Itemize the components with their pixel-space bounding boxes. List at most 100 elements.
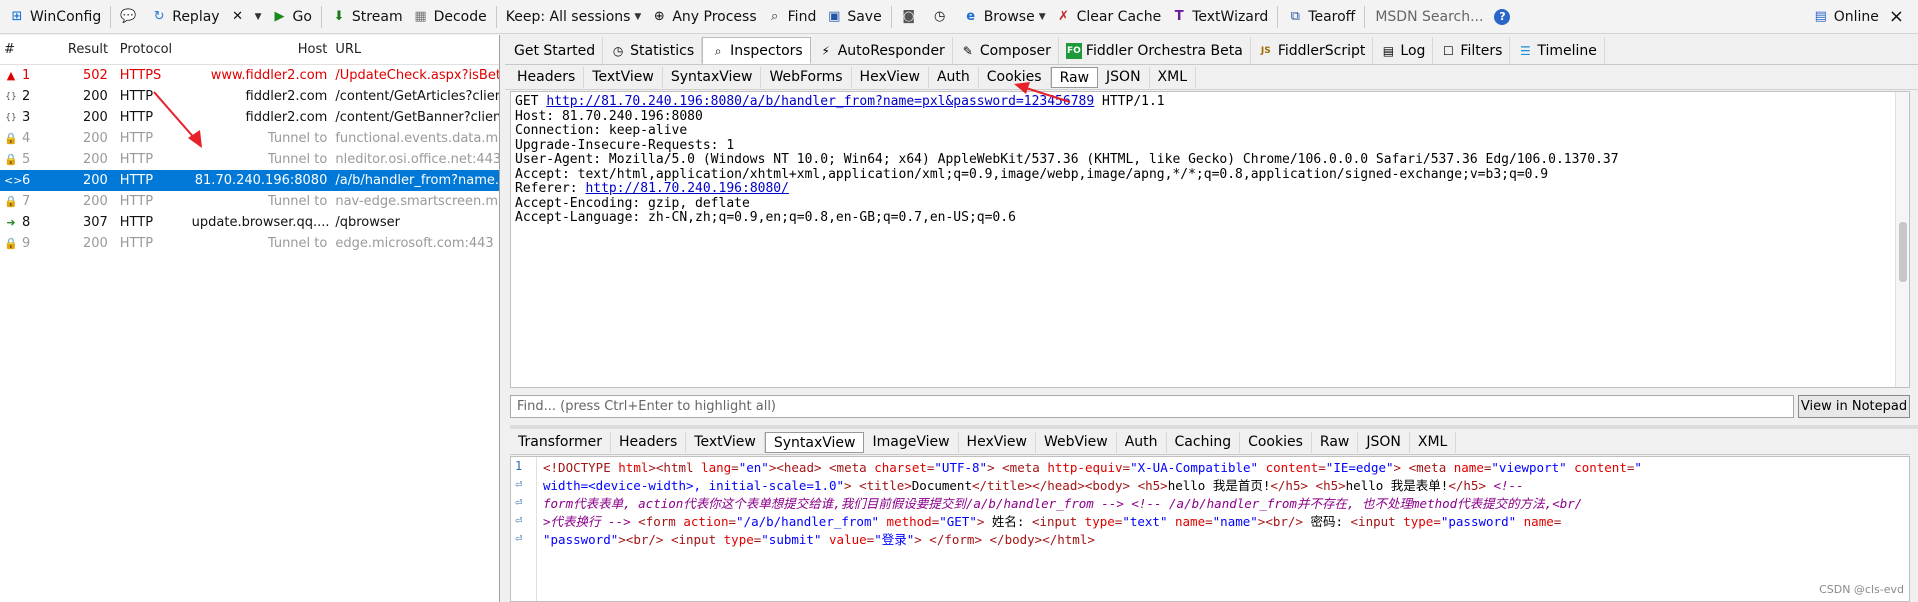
remove-button[interactable]: ✕ ▼ [225, 4, 267, 30]
clear-cache-button[interactable]: ✗ Clear Cache [1051, 4, 1167, 30]
scrollbar-thumb[interactable] [1899, 222, 1907, 282]
ie-icon: e [966, 8, 976, 24]
response-tab-syntaxview[interactable]: SyntaxView [764, 432, 865, 453]
response-tab-caching[interactable]: Caching [1167, 432, 1241, 453]
comment-button[interactable]: 💬 [115, 4, 146, 30]
column-header-url[interactable]: URL [331, 42, 499, 57]
code-token: "IE=edge" [1325, 460, 1394, 475]
screenshot-button[interactable]: ◙ [896, 4, 927, 30]
tab-filters[interactable]: ☐ Filters [1433, 37, 1511, 64]
find-input[interactable]: Find... (press Ctrl+Enter to highlight a… [510, 394, 1794, 418]
session-row[interactable]: ➜ 8 307 HTTP update.browser.qq.... /qbrowser [0, 212, 499, 233]
code-token: "password" [543, 532, 619, 547]
response-tab-webview[interactable]: WebView [1036, 432, 1117, 453]
view-in-notepad-button[interactable]: View in Notepad [1798, 394, 1910, 418]
textwizard-button[interactable]: T TextWizard [1166, 4, 1273, 30]
session-row[interactable]: ▲ 1 502 HTTPS www.fiddler2.com/UpdateCheck.a… [0, 65, 499, 86]
column-header-number[interactable]: # [0, 42, 62, 57]
code-token: ><head> [768, 460, 822, 475]
session-protocol: HTTP [119, 236, 154, 251]
toolbar-right: ▤ Online × [1808, 4, 1918, 30]
response-tab-imageview[interactable]: ImageView [864, 432, 959, 453]
session-row[interactable]: <> 6 200 HTTP 81.70.240.196:8080/a/b/handler… [0, 170, 499, 191]
request-tab-headers[interactable]: Headers [509, 66, 585, 88]
response-tab-cookies[interactable]: Cookies [1240, 432, 1312, 453]
browse-button[interactable]: e Browse ▼ [958, 4, 1051, 30]
code-token: <!-- [1485, 478, 1524, 493]
response-tab-raw[interactable]: Raw [1312, 432, 1359, 453]
tearoff-button[interactable]: ⧉ Tearoff [1282, 4, 1360, 30]
find-button[interactable]: ⌕ Find [762, 4, 822, 30]
code-token: Document [911, 478, 972, 493]
toolbar-separator [110, 5, 112, 28]
session-row[interactable]: 🔒 5 200 HTTP Tunnel to nleditor.osi.office.ne… [0, 149, 499, 170]
tab-timeline[interactable]: ☰ Timeline [1510, 37, 1605, 64]
online-indicator[interactable]: ▤ Online [1808, 4, 1884, 30]
tab-autoresponder[interactable]: ⚡ AutoResponder [811, 37, 953, 64]
request-tab-auth[interactable]: Auth [929, 66, 979, 88]
response-tab-json[interactable]: JSON [1358, 432, 1410, 453]
response-syntax-view[interactable]: 1 ⏎ ⏎ ⏎ ⏎ <!DOCTYPE html><html lang="en"><he… [510, 456, 1910, 602]
request-scrollbar[interactable] [1895, 92, 1909, 387]
request-tab-syntaxview[interactable]: SyntaxView [663, 66, 762, 88]
tab-inspectors[interactable]: ⌕ Inspectors [702, 37, 811, 64]
request-tab-textview[interactable]: TextView [584, 66, 663, 88]
request-tab-xml[interactable]: XML [1150, 66, 1197, 88]
response-tab-transformer[interactable]: Transformer [510, 432, 612, 453]
tab-statistics[interactable]: ◷ Statistics [603, 37, 703, 64]
session-row[interactable]: 🔒 4 200 HTTP Tunnel to functional.events.data… [0, 128, 499, 149]
msdn-search-input[interactable]: MSDN Search... [1369, 9, 1489, 25]
winconfig-button[interactable]: ⊞ WinConfig [4, 4, 106, 30]
stream-button[interactable]: ⬇ Stream [326, 4, 408, 30]
session-row[interactable]: {} 2 200 HTTP fiddler2.com/content/GetArticl… [0, 86, 499, 107]
lock-icon: 🔒 [4, 152, 18, 166]
request-tab-webforms[interactable]: WebForms [761, 66, 852, 88]
request-inspector-tabs: Headers TextView SyntaxView WebForms HexView… [505, 65, 1918, 90]
tab-fiddlerscript[interactable]: JS FiddlerScript [1251, 37, 1374, 64]
session-row[interactable]: 🔒 9 200 HTTP Tunnel to edge.microsoft.com:443 [0, 233, 499, 254]
sessions-header: # Result Protocol Host URL [0, 35, 499, 65]
session-row[interactable]: {} 3 200 HTTP fiddler2.com/content/GetBanner… [0, 107, 499, 128]
code-token: hello 我是首页! [1167, 478, 1271, 493]
code-token: "password" [1440, 514, 1517, 529]
code-token: <input [663, 532, 724, 547]
response-tab-headers[interactable]: Headers [611, 432, 687, 453]
code-token: "name" [1212, 514, 1258, 529]
session-number: 🔒 9 [4, 236, 31, 251]
column-header-protocol[interactable]: Protocol [116, 42, 188, 57]
help-button[interactable]: ? [1489, 4, 1520, 30]
replay-button[interactable]: ↻ Replay [146, 4, 224, 30]
keep-sessions-dropdown[interactable]: Keep: All sessions ▼ [501, 4, 647, 30]
response-tab-textview[interactable]: TextView [686, 432, 765, 453]
column-header-host[interactable]: Host [188, 42, 332, 57]
response-tab-hexview[interactable]: HexView [959, 432, 1036, 453]
tab-composer[interactable]: ✎ Composer [953, 37, 1059, 64]
lock-icon: 🔒 [4, 236, 18, 250]
referer-link[interactable]: http://81.70.240.196:8080/ [585, 181, 789, 196]
go-button[interactable]: ▶ Go [267, 4, 317, 30]
any-process-button[interactable]: ⊕ Any Process [646, 4, 761, 30]
session-url: /a/b/handler_from?name. [335, 173, 499, 188]
response-tab-xml[interactable]: XML [1410, 432, 1457, 453]
response-tab-auth[interactable]: Auth [1117, 432, 1167, 453]
decode-icon: ▦ [414, 8, 427, 24]
save-button[interactable]: ▣ Save [821, 4, 886, 30]
timer-button[interactable]: ◷ [927, 4, 958, 30]
windows-icon: ⊞ [11, 8, 23, 24]
session-host: Tunnel to [267, 152, 328, 167]
tab-fiddler-orchestra-beta[interactable]: FO Fiddler Orchestra Beta [1059, 37, 1251, 64]
session-protocol: HTTP [119, 215, 154, 230]
pane-splitter[interactable] [510, 425, 1918, 429]
session-row[interactable]: 🔒 7 200 HTTP Tunnel to nav-edge.smartscreen.m… [0, 191, 499, 212]
column-header-result[interactable]: Result [62, 42, 116, 57]
decode-button[interactable]: ▦ Decode [408, 4, 492, 30]
request-raw-view[interactable]: GET http://81.70.240.196:8080/a/b/handle… [510, 91, 1910, 388]
close-toolbar-button[interactable]: × [1884, 4, 1918, 30]
wrap-icon: ⏎ [515, 495, 523, 509]
tab-get-started[interactable]: Get Started [507, 37, 604, 64]
session-url: /UpdateCheck.aspx?isBet [335, 68, 499, 83]
request-tab-hexview[interactable]: HexView [852, 66, 929, 88]
tab-log[interactable]: ▤ Log [1373, 37, 1434, 64]
request-tab-json[interactable]: JSON [1098, 66, 1150, 88]
request-header-line: Upgrade-Insecure-Requests: 1 [515, 137, 735, 153]
